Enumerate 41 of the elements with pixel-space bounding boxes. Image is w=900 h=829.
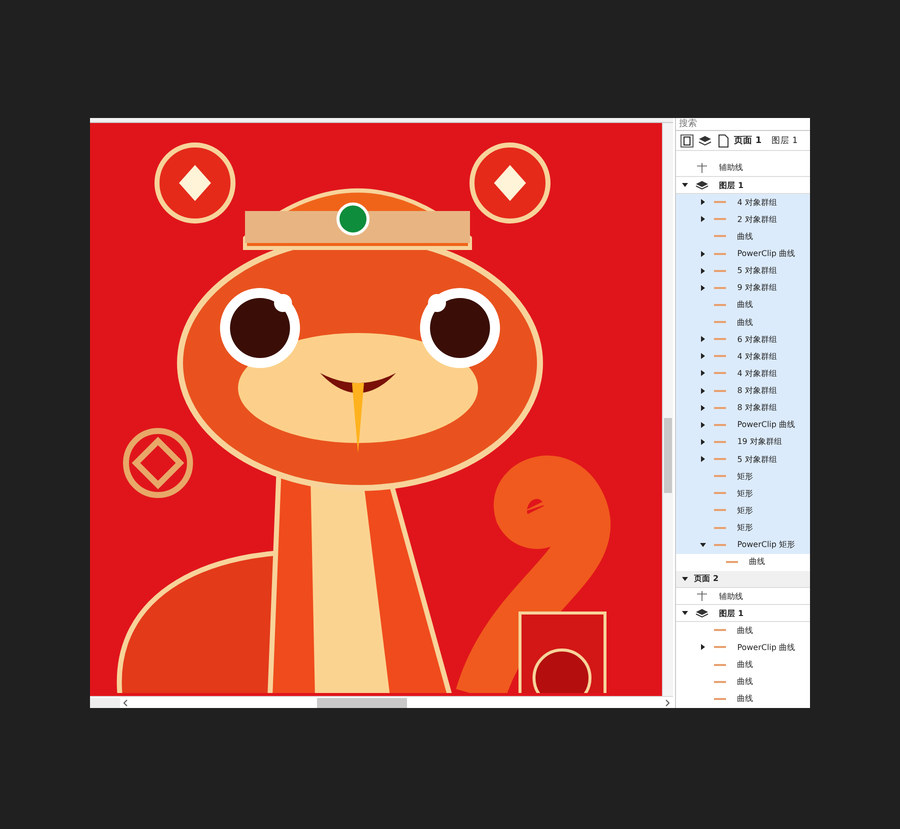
object-row[interactable]: 曲线 xyxy=(676,656,810,674)
object-row[interactable]: 曲线 xyxy=(676,622,810,640)
layer-row[interactable]: 图层 1 xyxy=(676,605,810,622)
object-row[interactable]: 矩形 xyxy=(676,502,810,520)
object-row[interactable]: 19 对象群组 xyxy=(676,434,810,451)
object-row[interactable]: 曲线 xyxy=(676,690,810,708)
coin-drawing xyxy=(123,428,193,498)
object-row[interactable]: 5 对象群组 xyxy=(676,450,810,468)
object-row[interactable]: 2 对象群组 xyxy=(676,211,810,228)
object-row[interactable]: 4 对象群组 xyxy=(676,348,810,366)
page-settings-icon[interactable] xyxy=(680,134,694,148)
object-row[interactable]: 9 对象群组 xyxy=(676,280,810,297)
object-row[interactable]: 矩形 xyxy=(676,519,810,537)
object-row[interactable]: 曲线 xyxy=(676,296,810,314)
object-row[interactable]: 曲线 xyxy=(676,554,810,571)
page-icon[interactable] xyxy=(716,134,730,148)
object-row[interactable]: PowerClip 曲线 xyxy=(676,245,810,263)
current-page-label: 页面 1 xyxy=(734,134,762,148)
guides-row[interactable]: 辅助线 xyxy=(676,160,810,177)
guides-row[interactable]: 辅助线 xyxy=(676,588,810,606)
object-row[interactable]: 曲线 xyxy=(676,674,810,691)
vertical-scrollbar[interactable] xyxy=(662,123,673,696)
object-row[interactable]: 5 对象群组 xyxy=(676,262,810,280)
layers-icon[interactable] xyxy=(698,134,712,148)
horizontal-scrollbar[interactable] xyxy=(90,696,674,708)
object-row[interactable]: PowerClip 矩形 xyxy=(676,536,810,554)
object-row[interactable]: 曲线 xyxy=(676,228,810,246)
object-row[interactable]: 4 对象群组 xyxy=(676,194,810,212)
object-row[interactable]: 矩形 xyxy=(676,485,810,502)
scrollbar-corner xyxy=(90,698,120,708)
object-row[interactable]: 8 对象群组 xyxy=(676,400,810,417)
search-field[interactable]: 搜索 xyxy=(676,118,810,132)
page-row[interactable]: 页面 2 xyxy=(676,570,810,588)
object-row[interactable]: 6 对象群组 xyxy=(676,331,810,348)
object-row[interactable]: 矩形 xyxy=(676,468,810,486)
object-row[interactable]: PowerClip 曲线 xyxy=(676,416,810,434)
object-row[interactable]: 8 对象群组 xyxy=(676,382,810,400)
object-row[interactable]: 4 对象群组 xyxy=(676,365,810,382)
current-layer-label: 图层 1 xyxy=(772,134,798,147)
object-row[interactable]: PowerClip 曲线 xyxy=(676,639,810,656)
object-row[interactable]: 曲线 xyxy=(676,314,810,332)
